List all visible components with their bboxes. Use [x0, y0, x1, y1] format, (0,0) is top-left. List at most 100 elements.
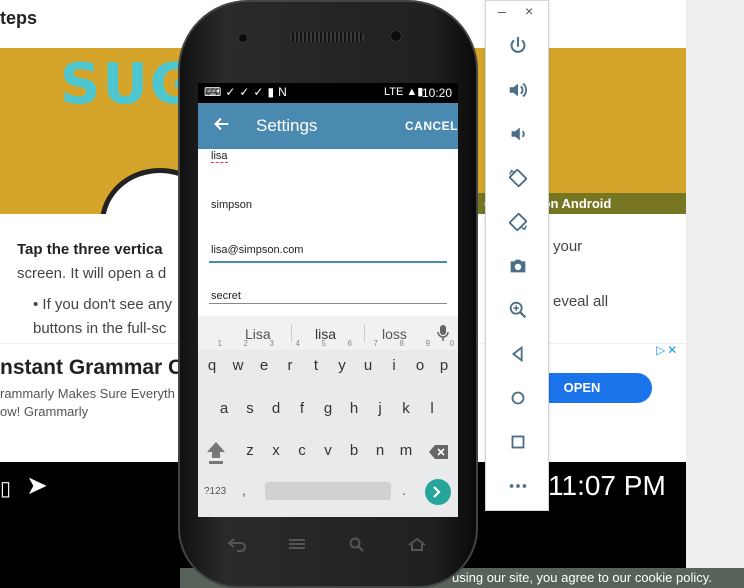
suggestion-divider — [364, 324, 365, 342]
more-dots-icon — [509, 484, 527, 488]
key-x[interactable]: x — [265, 436, 287, 466]
email-field-underline — [209, 261, 447, 263]
more-button[interactable] — [503, 471, 533, 501]
ad-choices-icon[interactable]: ▷✕ — [656, 343, 679, 357]
zoom-button[interactable] — [503, 295, 533, 325]
ad-line1: rammarly Makes Sure Everyth — [0, 386, 175, 401]
key-i[interactable]: i8 — [383, 339, 405, 381]
page-heading: teps — [0, 8, 38, 28]
hardware-search-icon[interactable] — [346, 536, 368, 552]
rotate-right-button[interactable] — [503, 207, 533, 237]
step-text-bold: Tap the three vertica — [17, 241, 163, 258]
key-m[interactable]: m — [395, 436, 417, 466]
comma-key[interactable]: , — [242, 482, 246, 498]
close-button[interactable]: × — [525, 3, 533, 19]
key-b[interactable]: b — [343, 436, 365, 466]
key-h[interactable]: h — [343, 394, 365, 424]
key-u[interactable]: u7 — [357, 339, 379, 381]
rotate-left-button[interactable] — [503, 163, 533, 193]
mic-icon[interactable] — [436, 324, 450, 342]
key-p[interactable]: p0 — [433, 339, 455, 381]
key-n[interactable]: n — [369, 436, 391, 466]
first-name-field[interactable]: lisa — [211, 150, 228, 163]
hardware-back-icon[interactable] — [226, 536, 248, 552]
step-text-rest: screen. It will open a d — [17, 265, 167, 282]
key-q[interactable]: q1 — [201, 339, 223, 381]
key-label: q — [207, 357, 217, 374]
key-c[interactable]: c — [291, 436, 313, 466]
power-icon — [510, 36, 526, 53]
phone-speaker — [290, 32, 364, 42]
key-e[interactable]: e3 — [253, 339, 275, 381]
ad-title[interactable]: nstant Grammar C — [0, 356, 183, 380]
key-o[interactable]: o9 — [409, 339, 431, 381]
bullet-text: • If you don't see any buttons in the fu… — [33, 296, 173, 337]
video-arrow-icon: ➤ — [26, 470, 48, 500]
key-z[interactable]: z — [239, 436, 261, 466]
space-key[interactable] — [265, 482, 391, 500]
key-k[interactable]: k — [395, 394, 417, 424]
email-field[interactable]: lisa@simpson.com — [211, 244, 303, 256]
key-w[interactable]: w2 — [227, 339, 249, 381]
status-notification-icons: ⌨✓✓✓▮N — [204, 85, 291, 99]
power-button[interactable] — [503, 31, 533, 61]
minimize-button[interactable]: – — [498, 3, 506, 19]
key-hint: 1 — [217, 339, 222, 348]
home-button[interactable] — [503, 383, 533, 413]
overview-square-icon — [511, 435, 525, 449]
step-text-right: your — [553, 238, 583, 255]
back-button[interactable] — [503, 339, 533, 369]
zoom-icon — [509, 301, 527, 319]
ad-line2: ow! Grammarly — [0, 404, 89, 419]
key-hint: 8 — [399, 339, 404, 348]
back-arrow-icon[interactable] — [210, 112, 232, 136]
key-label: u — [363, 357, 373, 374]
key-hint: 3 — [269, 339, 274, 348]
key-label: w — [232, 357, 244, 374]
key-hint: 6 — [347, 339, 352, 348]
key-j[interactable]: j — [369, 394, 391, 424]
bullet-text-line2: buttons in the full-sc — [33, 320, 167, 337]
key-f[interactable]: f — [291, 394, 313, 424]
bullet-text-right: eveal all — [553, 293, 609, 310]
phone-screen: ⌨✓✓✓▮N LTE ▲▮ 10:20 Settings CANCEL lisa… — [198, 83, 458, 517]
key-d[interactable]: d — [265, 394, 287, 424]
password-field[interactable]: secret — [211, 290, 241, 302]
cancel-button[interactable]: CANCEL — [405, 119, 458, 133]
backspace-key-icon[interactable] — [428, 443, 450, 461]
key-y[interactable]: y6 — [331, 339, 353, 381]
app-bar: Settings CANCEL — [198, 103, 458, 149]
status-signal-battery-icons: LTE ▲▮ — [384, 86, 424, 98]
video-clock: 11:07 PM — [548, 470, 666, 501]
symbols-key[interactable]: ?123 — [204, 486, 226, 497]
key-hint: 5 — [321, 339, 326, 348]
key-hint: 4 — [295, 339, 300, 348]
hardware-menu-icon[interactable] — [286, 536, 308, 552]
back-triangle-icon — [511, 345, 523, 363]
period-key[interactable]: . — [402, 482, 406, 498]
key-t[interactable]: t5 — [305, 339, 327, 381]
key-a[interactable]: a — [213, 394, 235, 424]
volume-down-icon — [511, 127, 525, 141]
last-name-field[interactable]: simpson — [211, 199, 252, 211]
video-frame-icon: ▯ — [0, 478, 12, 500]
shift-key-icon[interactable] — [204, 438, 228, 466]
volume-up-button[interactable] — [503, 75, 533, 105]
overview-button[interactable] — [503, 427, 533, 457]
key-l[interactable]: l — [421, 394, 443, 424]
enter-key[interactable] — [425, 479, 451, 505]
key-label: r — [287, 357, 293, 374]
key-label: p — [439, 357, 449, 374]
rotate-right-icon — [509, 213, 527, 231]
key-g[interactable]: g — [317, 394, 339, 424]
volume-down-button[interactable] — [503, 119, 533, 149]
suggestion-strip: Lisa lisa loss — [198, 316, 458, 350]
bullet-text-line1: If you don't see any — [42, 296, 173, 313]
key-v[interactable]: v — [317, 436, 339, 466]
key-r[interactable]: r4 — [279, 339, 301, 381]
hardware-home-icon[interactable] — [406, 536, 428, 552]
suggestion-1[interactable]: Lisa — [245, 326, 271, 342]
screenshot-button[interactable] — [503, 251, 533, 281]
key-s[interactable]: s — [239, 394, 261, 424]
key-hint: 9 — [425, 339, 430, 348]
